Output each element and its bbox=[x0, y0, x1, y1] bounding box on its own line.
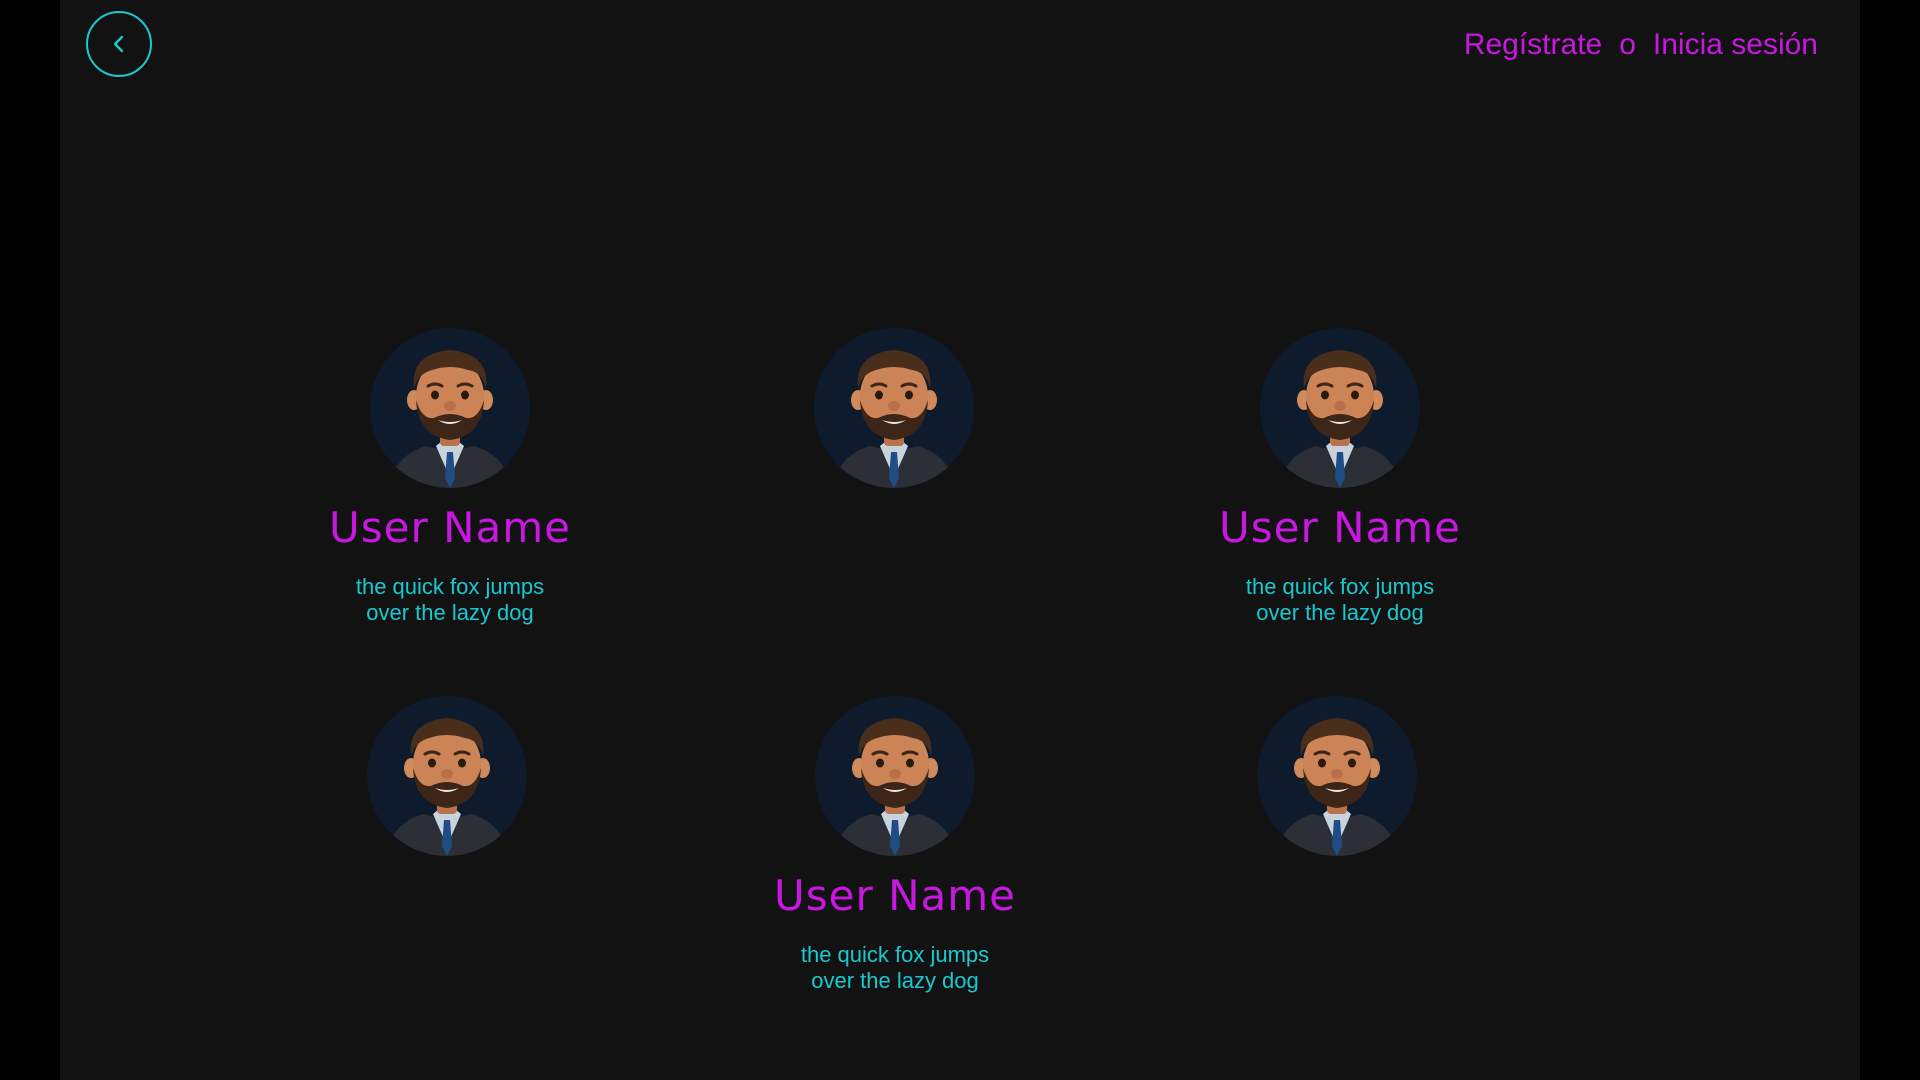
bearded-man-avatar-icon bbox=[1275, 718, 1399, 856]
chevron-left-icon bbox=[113, 35, 124, 53]
avatar bbox=[814, 328, 974, 488]
user-card[interactable]: User Name the quick fox jumps over the l… bbox=[1190, 328, 1490, 626]
app-frame: Regístrate o Inicia sesión User Name the… bbox=[60, 0, 1860, 1080]
bearded-man-avatar-icon bbox=[832, 350, 956, 488]
user-name: User Name bbox=[1219, 503, 1461, 552]
bearded-man-avatar-icon bbox=[388, 350, 512, 488]
user-description: the quick fox jumps over the lazy dog bbox=[800, 942, 990, 993]
avatar bbox=[1257, 696, 1417, 856]
user-description: the quick fox jumps over the lazy dog bbox=[1245, 574, 1435, 625]
register-link[interactable]: Regístrate bbox=[1464, 28, 1602, 62]
avatar bbox=[1260, 328, 1420, 488]
login-link[interactable]: Inicia sesión bbox=[1653, 28, 1818, 62]
user-card[interactable]: User Name the quick fox jumps over the l… bbox=[745, 696, 1045, 994]
user-description: the quick fox jumps over the lazy dog bbox=[355, 574, 545, 625]
avatar bbox=[815, 696, 975, 856]
user-card[interactable] bbox=[744, 328, 1044, 488]
user-name: User Name bbox=[329, 503, 571, 552]
user-card[interactable] bbox=[1187, 696, 1487, 856]
avatar bbox=[367, 696, 527, 856]
bearded-man-avatar-icon bbox=[833, 718, 957, 856]
auth-separator: o bbox=[1619, 28, 1636, 61]
user-card[interactable]: User Name the quick fox jumps over the l… bbox=[300, 328, 600, 626]
auth-links: Regístrate o Inicia sesión bbox=[1464, 28, 1818, 62]
avatar bbox=[370, 328, 530, 488]
user-name: User Name bbox=[774, 871, 1016, 920]
bearded-man-avatar-icon bbox=[385, 718, 509, 856]
back-button[interactable] bbox=[86, 11, 152, 77]
user-card[interactable] bbox=[297, 696, 597, 856]
bearded-man-avatar-icon bbox=[1278, 350, 1402, 488]
